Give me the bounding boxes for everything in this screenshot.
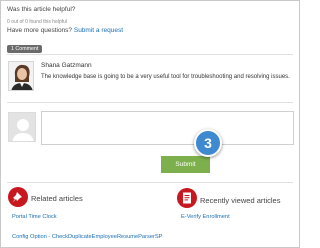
recently-viewed-title: Recently viewed articles [200, 196, 281, 205]
submit-comment-button[interactable]: Submit [161, 156, 210, 173]
related-article-link[interactable]: Config Option - CheckDuplicateEmployeeRe… [12, 234, 162, 240]
article-footer: Was this article helpful? 0 out of 0 fou… [0, 0, 300, 248]
step-number-badge: 3 [194, 129, 222, 157]
avatar [8, 61, 34, 91]
comment-count-badge: 1 Comment [7, 45, 43, 53]
more-questions-label: Have more questions? [7, 27, 73, 34]
divider [7, 182, 293, 183]
helpful-question: Was this article helpful? [7, 6, 76, 13]
divider [7, 54, 293, 55]
related-articles-title: Related articles [31, 194, 83, 203]
more-questions: Have more questions? Submit a request [7, 27, 123, 34]
pin-icon [8, 187, 28, 207]
default-user-icon [9, 113, 35, 141]
comment-input[interactable] [41, 111, 294, 145]
avatar-placeholder [8, 112, 36, 142]
document-icon [177, 188, 197, 208]
helpful-count: 0 out of 0 found this helpful [7, 19, 68, 25]
comment-author: Shana Gatzmann [41, 62, 92, 69]
divider [7, 102, 293, 103]
comment-text: The knowledge base is going to be a very… [41, 74, 290, 80]
related-article-link[interactable]: Portal Time Clock [12, 214, 57, 220]
submit-request-link[interactable]: Submit a request [74, 27, 123, 34]
user-photo-icon [9, 62, 33, 90]
recent-article-link[interactable]: E-Verify Enrollment [181, 214, 230, 220]
